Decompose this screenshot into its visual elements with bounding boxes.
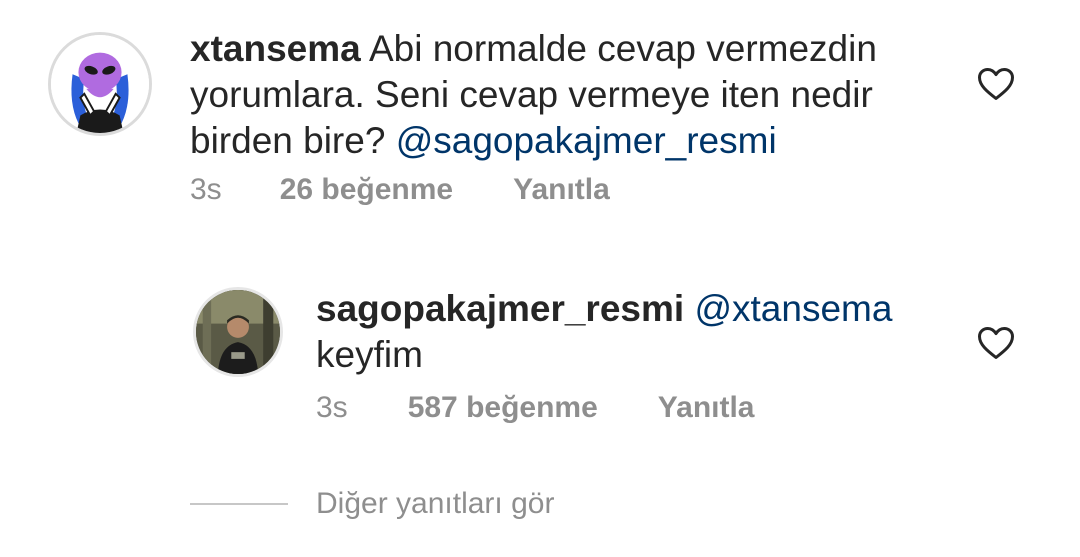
comment-mention[interactable]: @sagopakajmer_resmi [396, 120, 777, 161]
reply-button[interactable]: Yanıtla [658, 390, 755, 426]
heart-icon[interactable] [977, 67, 1015, 101]
reply-body: sagopakajmer_resmi @xtansema keyfim [316, 286, 956, 378]
reply-time: 3s [316, 391, 348, 424]
reply-button[interactable]: Yanıtla [513, 172, 610, 208]
comment-meta: 3s 26 beğenme Yanıtla [190, 172, 610, 208]
view-more-replies-label: Diğer yanıtları gör [316, 487, 555, 520]
view-more-replies-button[interactable]: Diğer yanıtları gör [190, 484, 554, 524]
alien-avatar-icon[interactable] [48, 32, 152, 136]
replies-divider-line [190, 503, 288, 505]
comment-body: xtansema Abi normalde cevap vermezdin yo… [190, 26, 920, 164]
comment-time: 3s [190, 173, 222, 206]
heart-icon[interactable] [977, 326, 1015, 360]
reply-likes[interactable]: 587 beğenme [408, 390, 598, 426]
comment-username[interactable]: xtansema [190, 28, 361, 69]
comment-likes[interactable]: 26 beğenme [280, 172, 453, 208]
reply-meta: 3s 587 beğenme Yanıtla [316, 390, 755, 426]
person-avatar-image [196, 290, 280, 374]
reply-text: keyfim [316, 334, 423, 375]
person-photo-avatar-icon[interactable] [193, 287, 283, 377]
reply-mention[interactable]: @xtansema [694, 288, 892, 329]
alien-avatar-image [51, 35, 149, 133]
reply-username[interactable]: sagopakajmer_resmi [316, 288, 684, 329]
